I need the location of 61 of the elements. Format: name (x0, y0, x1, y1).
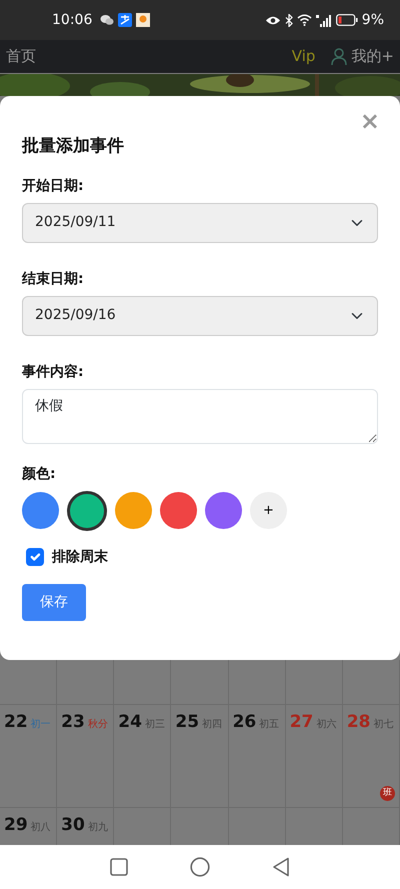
day-number: 26 (232, 712, 256, 732)
home-icon[interactable] (190, 857, 210, 877)
account-link[interactable]: 我的+ (351, 45, 394, 68)
field-label: 事件内容: (22, 362, 85, 382)
vip-link[interactable]: Vip (292, 45, 316, 68)
close-button[interactable]: × (354, 108, 386, 134)
day-number: 24 (118, 712, 142, 732)
back-icon[interactable] (272, 857, 290, 877)
signal-icon (316, 14, 332, 26)
clock: 10:06 (52, 10, 92, 30)
lunar-date: 初八 (30, 822, 51, 833)
user-icon[interactable] (331, 48, 348, 65)
day-number: 29 (4, 815, 28, 835)
calendar-cell[interactable]: 22 初一 (0, 705, 58, 807)
calendar-cell[interactable]: 24 初三 (114, 705, 172, 807)
battery-percent: 9% (362, 10, 384, 30)
day-number: 30 (61, 815, 85, 835)
color-swatch[interactable] (22, 492, 59, 529)
calendar-cell[interactable]: 25 初四 (171, 705, 229, 807)
wifi-icon (296, 14, 312, 26)
lunar-date: 初一 (30, 719, 51, 730)
eye-icon (264, 14, 281, 26)
lunar-date: 初四 (202, 719, 222, 730)
modal-title: 批量添加事件 (22, 135, 125, 158)
lunar-date: 秋分 (88, 719, 108, 730)
calendar-cell[interactable]: 28 初七 班 (342, 705, 400, 807)
lunar-date: 初九 (88, 822, 108, 833)
lunar-date: 初三 (144, 719, 165, 730)
field-label: 开始日期: (22, 176, 85, 196)
calendar-cell[interactable]: 26 初五 (228, 705, 286, 807)
calendar-cell[interactable]: 23 秋分 (57, 705, 114, 807)
day-number: 27 (290, 712, 314, 732)
color-swatch[interactable] (160, 492, 197, 529)
chat-icon (100, 14, 114, 26)
exclude-weekend-checkbox[interactable] (26, 548, 44, 566)
day-number: 22 (4, 712, 28, 732)
lunar-date: 初六 (316, 719, 336, 730)
content-field[interactable]: 休假 (22, 388, 378, 444)
bluetooth-icon (284, 14, 293, 26)
save-button[interactable]: 保存 (22, 584, 86, 620)
app-icon (118, 13, 132, 27)
day-number: 23 (61, 712, 85, 732)
battery-icon (336, 14, 358, 26)
workday-badge: 班 (380, 786, 395, 801)
start-date-select[interactable]: 2025/09/11 (22, 202, 378, 242)
color-swatch[interactable] (67, 490, 107, 530)
checkbox-label: 排除周末 (52, 548, 108, 566)
field-label: 颜色: (22, 464, 57, 484)
end-date-select[interactable]: 2025/09/16 (22, 296, 378, 336)
calendar-cell[interactable]: 27 初六 (286, 705, 343, 807)
add-color-button[interactable]: + (250, 492, 287, 529)
app-icon (136, 13, 150, 27)
color-swatch[interactable] (115, 492, 152, 529)
field-label: 结束日期: (22, 270, 85, 288)
home-link[interactable]: 首页 (6, 45, 36, 68)
day-number: 28 (346, 712, 371, 732)
lunar-date: 初五 (259, 719, 280, 730)
recent-apps-icon[interactable] (110, 858, 128, 876)
day-number: 25 (175, 712, 200, 732)
color-swatch[interactable] (205, 492, 242, 529)
lunar-date: 初七 (374, 719, 394, 730)
